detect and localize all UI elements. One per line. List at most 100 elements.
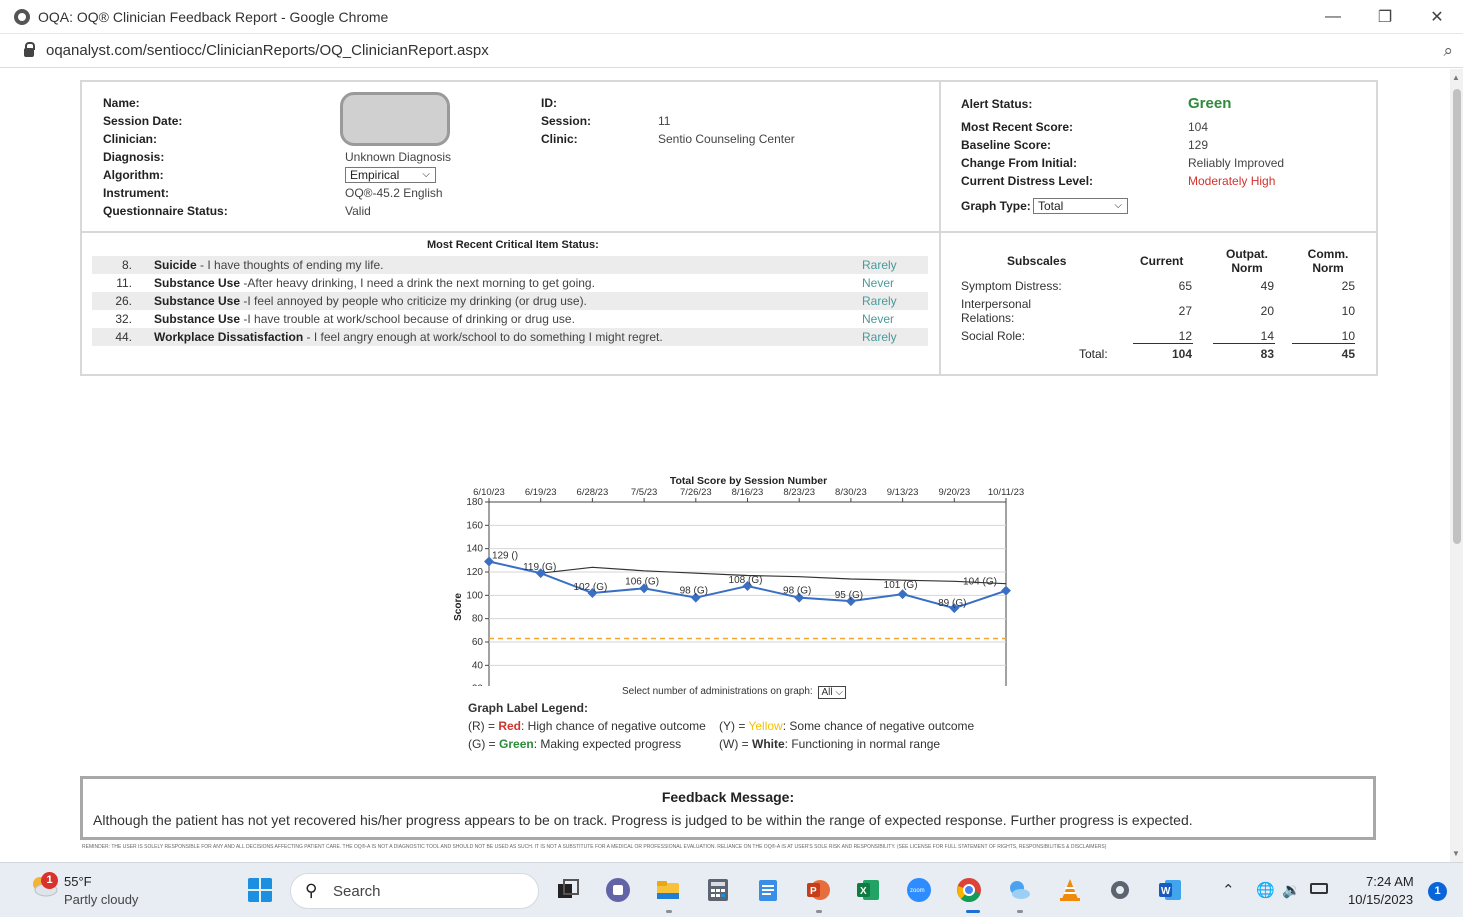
graph-type-select[interactable]: Total ⌵	[1033, 198, 1128, 214]
critical-item-number: 44.	[115, 330, 132, 344]
legend-white-text: : Functioning in normal range	[784, 737, 941, 751]
total-score-chart: 02040608010012014016018016/10/2326/19/23…	[440, 401, 1040, 743]
weather-app-icon[interactable]	[1006, 877, 1032, 903]
word-icon[interactable]: W	[1157, 877, 1183, 903]
social-role-comm: 10	[1341, 329, 1355, 343]
language-icon[interactable]: 🌐	[1256, 881, 1275, 899]
graph-administrations-label: Select number of administrations on grap…	[622, 686, 813, 697]
critical-item-number: 8.	[121, 258, 132, 272]
current-header: Current	[1140, 254, 1184, 268]
data-label: 108 (G)	[729, 575, 763, 586]
excel-icon[interactable]: X	[855, 877, 881, 903]
y-axis-label: Score	[453, 593, 464, 621]
legend-red-prefix: (R) =	[468, 719, 499, 733]
zoom-icon[interactable]: zoom	[906, 877, 932, 903]
critical-item-category: Substance Use	[154, 294, 241, 308]
teams-icon[interactable]	[605, 877, 631, 903]
chrome-active-indicator	[966, 910, 980, 913]
chevron-up-icon[interactable]: ⌃	[1222, 881, 1235, 899]
graph-type-label: Graph Type:	[961, 199, 1031, 213]
most-recent-score-label: Most Recent Score:	[961, 120, 1074, 134]
chevron-down-icon: ⌵	[835, 687, 843, 698]
restore-button[interactable]: ❐	[1359, 0, 1411, 34]
scrollbar-thumb[interactable]	[1453, 89, 1461, 544]
social-role-label: Social Role:	[961, 329, 1026, 343]
date-tick-label: 8/16/23	[732, 487, 764, 498]
date-tick-label: 6/28/23	[577, 487, 609, 498]
graph-administrations-select[interactable]: All ⌵	[818, 686, 846, 699]
alert-status-value: Green	[1188, 95, 1232, 112]
current-distress-value: Moderately High	[1188, 174, 1276, 188]
clinic-label: Clinic:	[541, 132, 578, 146]
algorithm-select[interactable]: Empirical ⌵	[345, 167, 436, 183]
file-explorer-icon[interactable]	[655, 877, 681, 903]
calculator-icon[interactable]	[705, 877, 731, 903]
total-current: 104	[1171, 347, 1192, 361]
critical-item-row: 44. Workplace Dissatisfaction - I feel an…	[92, 328, 928, 346]
weather-temp[interactable]: 55°F	[64, 874, 92, 889]
minimize-button[interactable]: —	[1307, 0, 1359, 34]
svg-text:zoom: zoom	[910, 888, 925, 894]
most-recent-score-value: 104	[1188, 120, 1209, 134]
clock-time[interactable]: 7:24 AM	[1366, 874, 1414, 889]
diagnosis-value: Unknown Diagnosis	[345, 150, 452, 164]
comm-norm-header-2: Norm	[1312, 261, 1344, 275]
critical-item-number: 32.	[115, 312, 132, 326]
outpat-norm-header-1: Outpat.	[1226, 247, 1268, 261]
close-button[interactable]: ✕	[1411, 0, 1463, 34]
weather-desc[interactable]: Partly cloudy	[64, 892, 138, 907]
critical-items-title: Most Recent Critical Item Status:	[427, 239, 599, 251]
powerpoint-icon[interactable]: P	[805, 877, 831, 903]
zoom-icon[interactable]: ⌕	[1443, 41, 1453, 61]
legend-yellow: (Y) = Yellow: Some chance of negative ou…	[719, 719, 974, 733]
vlc-icon[interactable]	[1057, 877, 1083, 903]
weather-badge: 1	[41, 872, 58, 889]
url-text[interactable]: oqanalyst.com/sentiocc/ClinicianReports/…	[46, 42, 489, 59]
search-placeholder: Search	[333, 883, 381, 900]
critical-item-number: 11.	[116, 276, 132, 290]
interpersonal-label-2: Relations:	[961, 311, 1015, 325]
date-tick-label: 6/19/23	[525, 487, 557, 498]
taskbar-search[interactable]: ⚲ Search	[290, 873, 539, 909]
window-controls: — ❐ ✕	[1307, 0, 1463, 34]
volume-icon[interactable]: 🔉	[1282, 881, 1301, 899]
address-bar[interactable]: oqanalyst.com/sentiocc/ClinicianReports/…	[0, 34, 1463, 68]
weather-app-running-indicator	[1017, 910, 1023, 913]
current-distress-label: Current Distress Level:	[961, 174, 1094, 188]
data-label: 101 (G)	[884, 580, 918, 591]
y-tick-label: 20	[472, 684, 484, 686]
social-role-current: 12	[1178, 329, 1192, 343]
notification-badge[interactable]: 1	[1428, 882, 1447, 901]
legend-red-word: Red	[498, 719, 522, 733]
notepad-icon[interactable]	[755, 877, 781, 903]
horizontal-divider	[82, 231, 1376, 233]
y-tick-label: 60	[472, 637, 484, 648]
battery-icon[interactable]	[1310, 883, 1328, 894]
scroll-up-icon[interactable]: ▲	[1452, 73, 1460, 82]
data-label: 119 (G)	[523, 562, 556, 573]
legend-red: (R) = Red: High chance of negative outco…	[468, 719, 706, 733]
data-label: 89 (G)	[938, 598, 966, 609]
critical-item-response: Rarely	[862, 294, 897, 308]
critical-item-separator: -	[303, 330, 314, 344]
interpersonal-current: 27	[1178, 304, 1192, 318]
settings-icon[interactable]	[1107, 877, 1133, 903]
critical-item-number: 26.	[115, 294, 132, 308]
feedback-title: Feedback Message:	[661, 789, 795, 805]
change-from-initial-label: Change From Initial:	[961, 156, 1078, 170]
start-icon[interactable]	[247, 877, 273, 903]
critical-item-category: Workplace Dissatisfaction	[154, 330, 304, 344]
clinician-label: Clinician:	[103, 132, 158, 146]
page-scrollbar[interactable]: ▲ ▼	[1450, 69, 1463, 862]
critical-item-response: Never	[862, 312, 895, 326]
date-tick-label: 10/11/23	[988, 487, 1024, 498]
critical-item-category: Substance Use	[154, 312, 241, 326]
task-view-icon[interactable]	[555, 877, 581, 903]
graph-label-legend: Graph Label Legend: (R) = Red: High chan…	[468, 701, 974, 755]
clock-date[interactable]: 10/15/2023	[1348, 892, 1413, 907]
y-tick-label: 120	[466, 567, 483, 578]
symptom-distress-label: Symptom Distress:	[961, 279, 1062, 293]
scroll-down-icon[interactable]: ▼	[1452, 849, 1460, 858]
alert-status-label: Alert Status:	[961, 97, 1033, 111]
chrome-icon[interactable]	[956, 877, 982, 903]
